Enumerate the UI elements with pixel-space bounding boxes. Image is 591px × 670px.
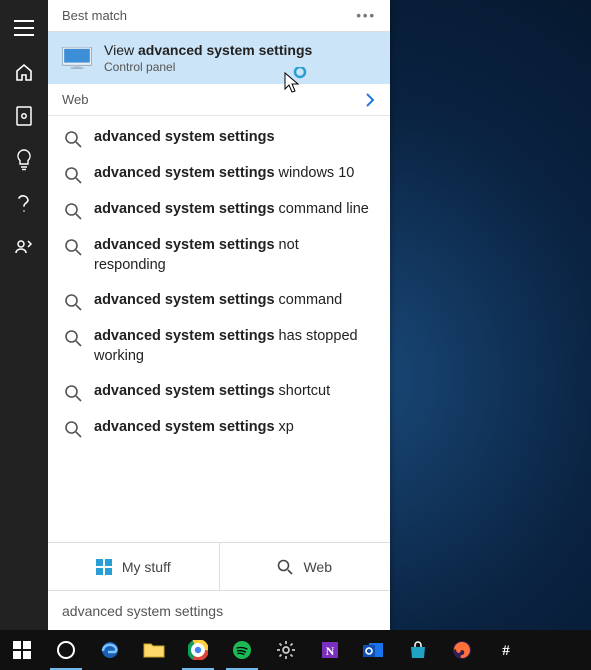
spotify-icon[interactable] bbox=[220, 630, 264, 670]
result-text: advanced system settings has stopped wor… bbox=[94, 327, 374, 366]
firefox-icon[interactable] bbox=[440, 630, 484, 670]
monitor-icon bbox=[62, 47, 92, 69]
web-result-item[interactable]: advanced system settings not responding bbox=[54, 228, 384, 283]
more-icon[interactable]: ••• bbox=[356, 8, 376, 23]
tab-web-label: Web bbox=[303, 559, 332, 575]
search-icon bbox=[64, 293, 82, 311]
web-result-item[interactable]: advanced system settings command line bbox=[54, 192, 384, 228]
best-match-header: Best match ••• bbox=[48, 0, 390, 32]
notebook-icon[interactable] bbox=[0, 94, 48, 138]
search-icon bbox=[277, 559, 293, 575]
home-icon[interactable] bbox=[0, 50, 48, 94]
svg-text:#: # bbox=[502, 643, 510, 659]
web-header-label: Web bbox=[62, 92, 89, 107]
search-icon bbox=[64, 238, 82, 256]
best-match-text: View advanced system settings Control pa… bbox=[104, 42, 312, 74]
web-header: Web bbox=[48, 84, 390, 116]
lightbulb-icon[interactable] bbox=[0, 138, 48, 182]
cortana-icon[interactable] bbox=[44, 630, 88, 670]
search-results-body: Best match ••• View advanced system sett… bbox=[48, 0, 390, 630]
web-result-item[interactable]: advanced system settings command bbox=[54, 283, 384, 319]
tab-my-stuff-label: My stuff bbox=[122, 559, 171, 575]
windows-logo-icon bbox=[96, 559, 112, 575]
search-icon bbox=[64, 202, 82, 220]
result-text: advanced system settings command line bbox=[94, 200, 369, 220]
web-result-item[interactable]: advanced system settings windows 10 bbox=[54, 156, 384, 192]
result-text: advanced system settings windows 10 bbox=[94, 164, 354, 184]
search-input-value: advanced system settings bbox=[62, 603, 223, 619]
help-icon[interactable] bbox=[0, 182, 48, 226]
outlook-icon[interactable] bbox=[352, 630, 396, 670]
slack-icon[interactable]: # bbox=[484, 630, 528, 670]
web-result-item[interactable]: advanced system settings has stopped wor… bbox=[54, 319, 384, 374]
result-text: advanced system settings shortcut bbox=[94, 382, 330, 402]
search-icon bbox=[64, 384, 82, 402]
search-icon bbox=[64, 420, 82, 438]
taskbar: N # bbox=[0, 630, 591, 670]
start-icon[interactable] bbox=[0, 630, 44, 670]
chrome-icon[interactable] bbox=[176, 630, 220, 670]
result-text: advanced system settings command bbox=[94, 291, 342, 311]
result-text: advanced system settings not responding bbox=[94, 236, 374, 275]
search-icon bbox=[64, 130, 82, 148]
edge-icon[interactable] bbox=[88, 630, 132, 670]
svg-text:N: N bbox=[326, 644, 335, 658]
search-input[interactable]: advanced system settings bbox=[48, 590, 390, 630]
feedback-icon[interactable] bbox=[0, 226, 48, 270]
web-result-item[interactable]: advanced system settings bbox=[54, 120, 384, 156]
start-search-panel: Best match ••• View advanced system sett… bbox=[0, 0, 390, 630]
tab-web[interactable]: Web bbox=[219, 543, 391, 590]
best-match-item[interactable]: View advanced system settings Control pa… bbox=[48, 32, 390, 84]
best-match-label: Best match bbox=[62, 8, 127, 23]
scope-tabs: My stuff Web bbox=[48, 542, 390, 590]
settings-icon[interactable] bbox=[264, 630, 308, 670]
search-icon bbox=[64, 166, 82, 184]
web-result-item[interactable]: advanced system settings xp bbox=[54, 410, 384, 446]
search-icon bbox=[64, 329, 82, 347]
onenote-icon[interactable]: N bbox=[308, 630, 352, 670]
web-results: advanced system settings advanced system … bbox=[48, 116, 390, 542]
store-icon[interactable] bbox=[396, 630, 440, 670]
chevron-right-icon[interactable] bbox=[364, 93, 376, 107]
result-text: advanced system settings bbox=[94, 128, 275, 148]
left-rail bbox=[0, 0, 48, 630]
hamburger-icon[interactable] bbox=[0, 6, 48, 50]
file-explorer-icon[interactable] bbox=[132, 630, 176, 670]
result-text: advanced system settings xp bbox=[94, 418, 294, 438]
web-result-item[interactable]: advanced system settings shortcut bbox=[54, 374, 384, 410]
tab-my-stuff[interactable]: My stuff bbox=[48, 543, 219, 590]
